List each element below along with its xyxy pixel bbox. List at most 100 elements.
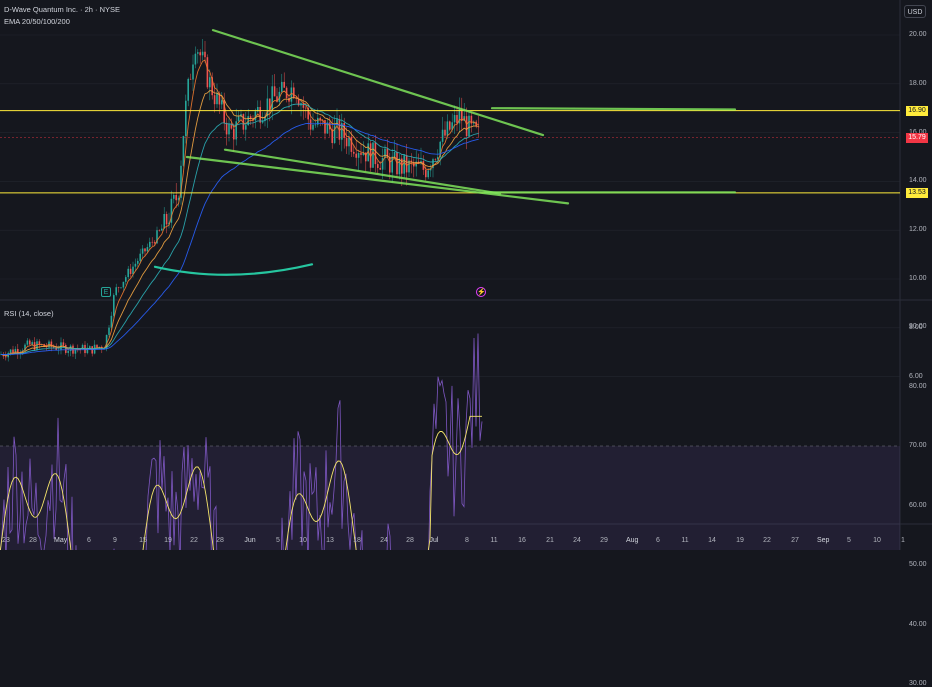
candle-body — [314, 124, 317, 126]
candle-body — [96, 344, 98, 348]
candle-body — [245, 125, 247, 130]
time-axis-label: 22 — [190, 537, 198, 544]
candle-body — [444, 129, 446, 136]
candle-body — [456, 115, 458, 124]
candle-body — [201, 51, 204, 56]
upper-horizontal-ray — [490, 107, 737, 111]
time-axis-label: 28 — [406, 537, 414, 544]
inner-trendline — [223, 148, 502, 195]
drawings-layer[interactable] — [0, 29, 900, 276]
candle-body — [67, 351, 69, 353]
ema-lines — [0, 59, 479, 357]
price-axis-label: 18.00 — [909, 79, 927, 87]
time-axis-label: Jun — [244, 537, 256, 544]
candle-body — [122, 281, 125, 288]
time-axis-label: 19 — [736, 537, 744, 544]
time-axis-label: 8 — [465, 537, 469, 544]
candle-body — [110, 315, 113, 328]
ema-20-line — [0, 59, 479, 357]
rsi-axis-label: 70.00 — [909, 442, 927, 449]
candle-body — [235, 121, 237, 140]
candle-body — [29, 340, 31, 345]
grid-lines — [0, 0, 932, 550]
candle-body — [449, 121, 451, 130]
time-axis-label: 9 — [113, 537, 117, 544]
candle-body — [228, 123, 230, 135]
candle-body — [125, 277, 127, 282]
price-tag: 13.53 — [906, 187, 928, 198]
time-axis-label: Jul — [429, 537, 439, 544]
candle-body — [120, 287, 122, 289]
candle-body — [312, 124, 314, 130]
candle-body — [273, 86, 276, 97]
rsi-axis-label: 90.00 — [909, 323, 927, 330]
candle-body — [139, 253, 141, 261]
candle-body — [113, 295, 115, 316]
candle-body — [31, 342, 33, 345]
time-axis-label: 14 — [708, 537, 716, 544]
time-axis-label: 28 — [216, 537, 224, 544]
time-axis-label: 15 — [139, 537, 147, 544]
candle-body — [199, 52, 201, 56]
earnings-icon[interactable]: E — [101, 287, 111, 297]
candle-body — [182, 136, 185, 166]
candle-body — [161, 228, 163, 231]
candle-body — [209, 77, 211, 88]
rsi-axis-label: 40.00 — [909, 620, 927, 628]
candle-body — [197, 52, 199, 54]
price-tag: 15.79 — [906, 132, 928, 143]
candle-body — [204, 51, 206, 58]
candle-body — [446, 121, 449, 136]
candle-body — [477, 126, 480, 128]
time-axis-label: 1 — [901, 537, 905, 544]
candle-body — [137, 260, 139, 264]
candle-body — [26, 340, 29, 345]
candle-body — [271, 86, 273, 110]
rsi-legend[interactable]: RSI (14, close) — [4, 309, 54, 318]
time-axis-label: 24 — [380, 537, 388, 544]
price-axis-label: 14.00 — [909, 177, 927, 185]
indicator-legend[interactable]: EMA 20/50/100/200 — [4, 17, 70, 26]
time-axis-label: 21 — [546, 537, 554, 544]
candle-body — [237, 116, 240, 122]
candle-body — [151, 241, 153, 243]
rsi-axis-label: 60.00 — [909, 501, 927, 509]
candle-body — [434, 159, 437, 160]
candle-body — [389, 157, 391, 173]
candle-body — [14, 348, 17, 354]
candle-body — [353, 151, 355, 154]
lightning-icon[interactable]: ⚡ — [476, 287, 486, 297]
time-axis-label: 6 — [87, 537, 91, 544]
candle-body — [65, 344, 67, 353]
candle-body — [468, 115, 470, 137]
candle-body — [377, 164, 379, 168]
rsi-axis-label: 50.00 — [909, 561, 927, 568]
candle-body — [374, 142, 377, 165]
candle-body — [89, 346, 91, 348]
currency-button[interactable]: USD — [904, 5, 926, 18]
candle-body — [127, 268, 129, 278]
candle-body — [360, 152, 362, 155]
rsi-band — [0, 446, 900, 550]
candle-body — [149, 241, 151, 248]
candle-body — [391, 156, 393, 173]
candle-body — [192, 64, 194, 80]
symbol-title[interactable]: D-Wave Quantum Inc. · 2h · NYSE — [4, 5, 120, 14]
candle-body — [393, 151, 396, 157]
candle-body — [465, 116, 468, 137]
candle-body — [225, 122, 228, 135]
candle-body — [355, 153, 357, 158]
candle-body — [194, 53, 197, 65]
candle-body — [216, 93, 218, 105]
ema-50-line — [0, 89, 479, 356]
candle-body — [427, 170, 429, 178]
price-axis-label: 10.00 — [909, 275, 927, 282]
candle-body — [305, 107, 307, 109]
candle-body — [5, 356, 7, 358]
ema-100-line — [0, 103, 479, 356]
candle-body — [206, 57, 209, 88]
candle-body — [158, 230, 161, 231]
chart-canvas[interactable] — [0, 0, 932, 550]
candle-body — [441, 129, 444, 142]
candle-body — [405, 155, 408, 173]
